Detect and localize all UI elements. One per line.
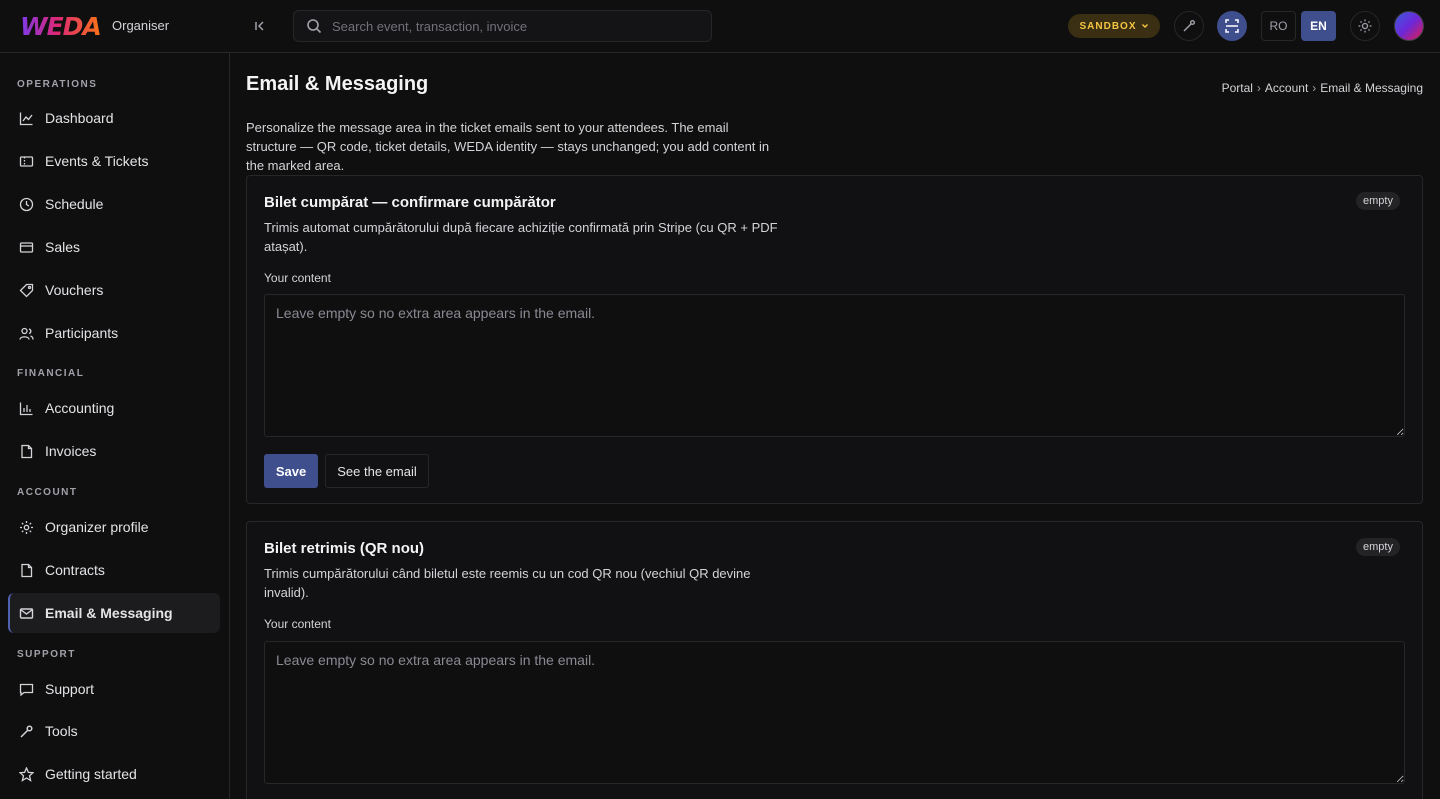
sidebar-item-label: Dashboard	[45, 110, 114, 126]
content-textarea[interactable]	[264, 641, 1405, 784]
sidebar-item-sales[interactable]: Sales	[8, 227, 220, 267]
card-title: Bilet retrimis (QR nou)	[264, 540, 425, 557]
sidebar-item-vouchers[interactable]: Vouchers	[8, 270, 220, 310]
chevron-down-icon	[1141, 22, 1149, 30]
section-title-account: ACCOUNT	[17, 487, 78, 498]
card-title: Bilet cumpărat — confirmare cumpărător	[264, 194, 556, 211]
logo-text: WEDA	[20, 11, 102, 41]
ticket-icon	[18, 153, 35, 170]
sidebar-item-label: Organizer profile	[45, 519, 149, 535]
user-avatar[interactable]	[1394, 11, 1424, 41]
card-description: Trimis cumpărătorului când biletul este …	[264, 566, 751, 600]
breadcrumb-account[interactable]: Account	[1265, 81, 1308, 95]
sidebar-item-label: Getting started	[45, 766, 137, 782]
sidebar-item-label: Sales	[45, 239, 81, 255]
card-description: Trimis automat cumpărătorului după fieca…	[264, 220, 778, 254]
page-title: Email & Messaging	[246, 73, 429, 95]
breadcrumb-separator: ›	[1256, 81, 1261, 95]
theme-toggle-button[interactable]	[1350, 11, 1380, 41]
sidebar-item-getting-started[interactable]: Getting started	[8, 754, 220, 794]
collapse-sidebar-icon[interactable]	[250, 16, 270, 36]
scan-qr-button[interactable]	[1217, 11, 1247, 41]
sidebar-item-label: Accounting	[45, 400, 115, 416]
sidebar-item-label: Contracts	[45, 562, 105, 578]
template-card-ticket-purchased: Bilet cumpărat — confirmare cumpărător T…	[246, 175, 1423, 504]
sidebar-item-contracts[interactable]: Contracts	[8, 550, 220, 590]
sandbox-env-badge[interactable]: SANDBOX	[1068, 14, 1160, 38]
weda-logo[interactable]: WEDA	[20, 11, 102, 41]
sidebar-item-organizer-profile[interactable]: Organizer profile	[8, 507, 220, 547]
search-icon	[306, 18, 322, 34]
org-label: Organiser	[112, 18, 170, 33]
breadcrumb-separator: ›	[1312, 81, 1317, 95]
sidebar-item-label: Schedule	[45, 196, 104, 212]
sidebar-item-accounting[interactable]: Accounting	[8, 388, 220, 428]
star-icon	[18, 766, 35, 783]
section-title-support: SUPPORT	[17, 649, 76, 660]
language-en-button[interactable]: EN	[1301, 11, 1336, 41]
search-bar[interactable]	[293, 10, 712, 42]
file-icon	[18, 562, 35, 579]
sidebar-item-dashboard[interactable]: Dashboard	[8, 98, 220, 138]
sidebar: OPERATIONS Dashboard Events & Tickets Sc…	[0, 53, 230, 799]
gear-icon	[18, 519, 35, 536]
intro-text: Personalize the message area in the tick…	[246, 120, 770, 173]
sidebar-item-support[interactable]: Support	[8, 669, 220, 709]
see-email-button[interactable]: See the email	[325, 454, 429, 488]
mail-icon	[18, 605, 35, 622]
sidebar-item-label: Tools	[45, 723, 78, 739]
users-icon	[18, 325, 35, 342]
sidebar-item-participants[interactable]: Participants	[8, 313, 220, 353]
template-card-ticket-resent: Bilet retrimis (QR nou) Trimis cumpărăto…	[246, 521, 1423, 799]
content-field-label: Your content	[264, 271, 331, 285]
search-input[interactable]	[332, 18, 692, 34]
sidebar-item-label: Support	[45, 681, 95, 697]
status-badge: empty	[1356, 192, 1400, 210]
sidebar-item-label: Events & Tickets	[45, 153, 149, 169]
section-title-operations: OPERATIONS	[17, 79, 98, 90]
section-title-financial: FINANCIAL	[17, 368, 85, 379]
bar-chart-icon	[18, 400, 35, 417]
clock-icon	[18, 196, 35, 213]
wand-icon	[1182, 19, 1196, 33]
sidebar-item-invoices[interactable]: Invoices	[8, 431, 220, 471]
tools-shortcut-button[interactable]	[1174, 11, 1204, 41]
chat-bubble-icon	[18, 681, 35, 698]
document-icon	[18, 443, 35, 460]
credit-card-icon	[18, 239, 35, 256]
scan-icon	[1224, 18, 1240, 34]
sidebar-item-events[interactable]: Events & Tickets	[8, 141, 220, 181]
sidebar-item-label: Email & Messaging	[45, 605, 173, 621]
save-button[interactable]: Save	[264, 454, 318, 488]
top-bar: WEDA Organiser SANDBOX RO EN	[0, 0, 1440, 53]
chart-icon	[18, 110, 35, 127]
sidebar-item-email-messaging[interactable]: Email & Messaging	[8, 593, 220, 633]
sidebar-item-schedule[interactable]: Schedule	[8, 184, 220, 224]
breadcrumb-portal[interactable]: Portal	[1222, 81, 1253, 95]
breadcrumb: Portal › Account › Email & Messaging	[1222, 81, 1423, 95]
sidebar-item-label: Participants	[45, 325, 119, 341]
breadcrumb-current: Email & Messaging	[1320, 81, 1423, 95]
sidebar-item-label: Vouchers	[45, 282, 104, 298]
content-textarea[interactable]	[264, 294, 1405, 437]
sandbox-label: SANDBOX	[1079, 20, 1137, 32]
tag-icon	[18, 282, 35, 299]
sidebar-item-tools[interactable]: Tools	[8, 711, 220, 751]
sidebar-item-label: Invoices	[45, 443, 97, 459]
language-ro-button[interactable]: RO	[1261, 11, 1296, 41]
wrench-icon	[18, 723, 35, 740]
content-field-label: Your content	[264, 617, 331, 631]
sun-icon	[1358, 19, 1372, 33]
status-badge: empty	[1356, 538, 1400, 556]
